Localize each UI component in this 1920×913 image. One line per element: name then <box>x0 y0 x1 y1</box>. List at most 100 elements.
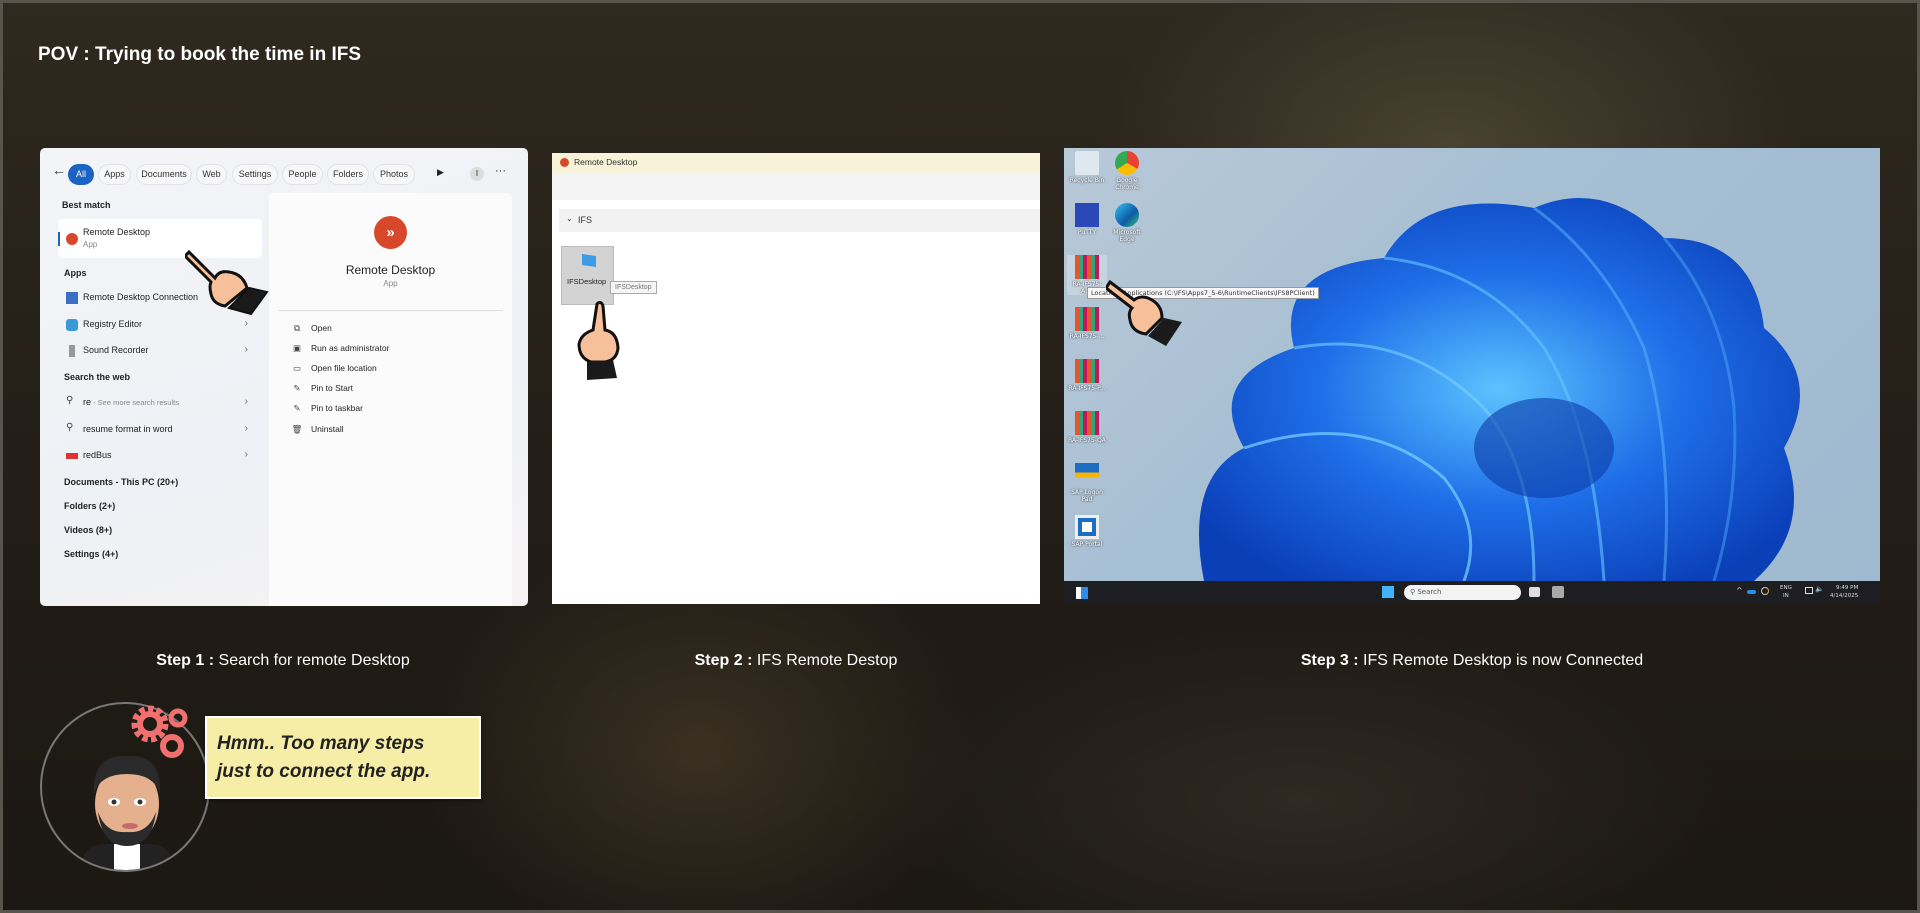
action-open-file-location[interactable]: ▭ Open file location <box>291 363 377 374</box>
web-result-redbus[interactable]: redBus › <box>58 444 262 468</box>
filter-apps[interactable]: Apps <box>98 164 131 185</box>
apps-label: Apps <box>64 268 87 278</box>
ifs-app-icon <box>1075 411 1099 435</box>
page-title: POV : Trying to book the time in IFS <box>38 44 362 65</box>
action-open[interactable]: ⧉ Open <box>291 323 332 334</box>
task-view-icon[interactable] <box>1529 587 1540 597</box>
title-bar: Remote Desktop <box>552 153 1040 173</box>
remote-desktop-icon <box>560 158 569 167</box>
sync-icon[interactable] <box>1761 587 1769 595</box>
window-title: Remote Desktop <box>574 157 638 167</box>
putty-icon <box>1075 203 1099 227</box>
desktop-icon-sap-portal[interactable]: SAP Portal <box>1067 515 1107 548</box>
pin-icon: ✎ <box>293 383 301 393</box>
onedrive-icon[interactable] <box>1747 590 1756 594</box>
desktop-icon-chrome[interactable]: Google Chrome <box>1107 151 1147 191</box>
redbus-icon <box>66 453 78 459</box>
pointing-hand-icon <box>185 249 269 316</box>
shield-icon: ▣ <box>292 343 302 353</box>
folder-icon: ▭ <box>292 363 302 373</box>
remote-desktop-icon <box>66 233 78 245</box>
step1-caption: Step 1 : Search for remote Desktop <box>156 652 410 669</box>
action-uninstall[interactable]: 🗑 Uninstall <box>291 424 344 435</box>
desktop-icon-sap-logon[interactable]: SAP Logon Pad <box>1067 463 1107 503</box>
app-icon[interactable] <box>1552 586 1564 598</box>
windows-bloom-wallpaper <box>1199 198 1800 581</box>
category-videos[interactable]: Videos (8+) <box>64 525 112 535</box>
category-settings[interactable]: Settings (4+) <box>64 549 118 559</box>
edge-icon <box>1115 203 1139 227</box>
profile-avatar[interactable]: I <box>470 167 484 181</box>
category-documents[interactable]: Documents - This PC (20+) <box>64 477 178 487</box>
chrome-icon <box>1115 151 1139 175</box>
filter-web[interactable]: Web <box>196 164 227 185</box>
taskbar-search[interactable]: ⚲ Search <box>1404 585 1521 600</box>
start-windows-icon[interactable] <box>1382 586 1394 598</box>
category-folders[interactable]: Folders (2+) <box>64 501 115 511</box>
rdc-icon <box>66 292 78 304</box>
remote-desktop-large-icon: » <box>374 216 407 249</box>
more-filters-play-icon[interactable]: ▶ <box>437 167 444 178</box>
ifs-app-icon <box>1075 255 1099 279</box>
divider <box>279 310 503 311</box>
detail-subtitle: App <box>383 279 398 288</box>
best-match-title: Remote Desktop <box>83 227 151 237</box>
open-icon: ⧉ <box>293 323 301 333</box>
clock[interactable]: 9:49 PM 4/14/2025 <box>1830 584 1858 600</box>
desktop-icon-putty[interactable]: PuTTY <box>1067 203 1107 236</box>
gears-icon <box>131 705 188 758</box>
back-arrow-icon[interactable]: ← <box>52 162 66 178</box>
filter-people[interactable]: People <box>282 164 323 185</box>
remote-desktop-session: Recycle Bin Google Chrome PuTTY Microsof… <box>1064 148 1880 604</box>
search-web-label: Search the web <box>64 372 131 382</box>
desktop-icon-recycle-bin[interactable]: Recycle Bin <box>1067 151 1107 184</box>
recycle-bin-icon <box>1075 151 1099 175</box>
action-run-as-admin[interactable]: ▣ Run as administrator <box>291 343 389 354</box>
step2-caption: Step 2 : IFS Remote Destop <box>694 652 898 669</box>
chevron-right-icon: › <box>244 344 248 355</box>
web-result-resume[interactable]: ⚲ resume format in word › <box>58 418 262 442</box>
filter-documents[interactable]: Documents <box>136 164 192 185</box>
language-indicator[interactable]: ENG IN <box>1780 584 1792 600</box>
taskbar: ⚲ Search ^ ENG IN 🔈 9:49 PM 4/14/2025 <box>1064 581 1880 604</box>
best-match-subtitle: App <box>83 240 98 249</box>
desktop-icon-ra-ifs75-p[interactable]: RA-IFS75-P... <box>1067 359 1107 392</box>
pointing-hand-icon <box>577 300 620 380</box>
detail-title: Remote Desktop <box>345 263 436 277</box>
registry-icon <box>66 319 78 331</box>
windows-search-panel: ← All Apps Documents Web Settings People… <box>40 148 528 606</box>
trash-icon: 🗑 <box>291 424 303 434</box>
remote-desktop-window: Remote Desktop ⌄ IFS IFSDesktop IFSDeskt… <box>552 153 1040 604</box>
action-pin-start[interactable]: ✎ Pin to Start <box>291 383 353 394</box>
app-sound-recorder[interactable]: Sound Recorder › <box>58 339 262 363</box>
filter-photos[interactable]: Photos <box>373 164 415 185</box>
desktop-icon-ra-ifs75-qa[interactable]: RA-IFS75-QA <box>1067 411 1107 444</box>
pin-icon: ✎ <box>293 403 301 413</box>
filter-all[interactable]: All <box>68 164 94 185</box>
widgets-icon[interactable] <box>1076 587 1088 599</box>
volume-icon[interactable]: 🔈 <box>1815 585 1824 593</box>
detail-pane: » Remote Desktop App ⧉ Open ▣ Run as admin… <box>269 193 512 606</box>
microphone-icon <box>69 345 75 357</box>
desktop-icon-ra-ifs75[interactable]: RA-IFS75-... <box>1067 307 1107 340</box>
network-icon[interactable] <box>1805 587 1813 594</box>
web-result-re[interactable]: ⚲ re - See more search results › <box>58 391 262 415</box>
sap-logon-icon <box>1075 463 1099 487</box>
desktop-icon-edge[interactable]: Microsoft Edge <box>1107 203 1147 243</box>
tray-chevron-up-icon[interactable]: ^ <box>1736 586 1743 595</box>
filter-folders[interactable]: Folders <box>327 164 369 185</box>
search-icon: ⚲ <box>66 422 74 433</box>
more-options-icon[interactable]: ··· <box>495 165 506 177</box>
ifs-app-icon <box>1075 307 1099 331</box>
speech-bubble: Hmm.. Too many steps just to connect the … <box>205 716 481 799</box>
chevron-down-icon: ⌄ <box>566 214 573 223</box>
search-icon: ⚲ <box>66 395 74 406</box>
group-header-ifs[interactable]: ⌄ IFS <box>559 209 1040 232</box>
step3-caption: Step 3 : IFS Remote Desktop is now Conne… <box>1300 652 1644 669</box>
filter-settings[interactable]: Settings <box>232 164 278 185</box>
action-pin-taskbar[interactable]: ✎ Pin to taskbar <box>291 403 363 414</box>
ifsdesktop-tile[interactable]: IFSDesktop <box>561 246 614 305</box>
toolbar <box>552 173 1040 200</box>
sap-portal-icon <box>1075 515 1099 539</box>
pointing-hand-icon <box>1106 279 1182 346</box>
